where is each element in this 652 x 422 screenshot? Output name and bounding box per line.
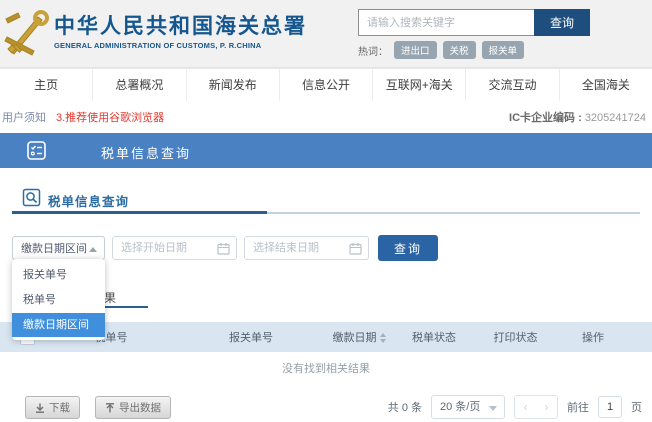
- nav-item-national-customs[interactable]: 全国海关: [560, 69, 652, 101]
- next-page-button[interactable]: ›: [545, 400, 549, 414]
- empty-results-text: 没有找到相关结果: [0, 355, 652, 383]
- section-underline-dark: [12, 211, 267, 214]
- browser-tip-text: 3.推荐使用谷歌浏览器: [56, 109, 164, 125]
- goto-page-input[interactable]: [598, 396, 622, 418]
- chevron-down-icon: [489, 406, 497, 411]
- hot-words-row: 热词： 进出口 关税 报关单: [358, 41, 524, 59]
- hot-words-label: 热词：: [358, 43, 388, 58]
- calendar-icon: [217, 242, 230, 255]
- export-button-label: 导出数据: [119, 400, 161, 415]
- end-date-picker[interactable]: [244, 236, 369, 260]
- page-unit-label: 页: [631, 399, 642, 415]
- query-field-select-value: 缴款日期区间: [21, 243, 87, 255]
- start-date-picker[interactable]: [112, 236, 237, 260]
- site-search-input[interactable]: [358, 9, 534, 36]
- download-button-label: 下载: [49, 400, 70, 415]
- export-icon: [105, 403, 115, 413]
- section-title: 税单信息查询: [48, 191, 129, 210]
- prev-page-button[interactable]: ‹: [524, 400, 528, 414]
- section-underline-light: [267, 212, 640, 214]
- query-button[interactable]: 查询: [378, 235, 438, 261]
- field-select-dropdown: 报关单号 税单号 缴款日期区间: [12, 259, 105, 340]
- total-count-text: 共 0 条: [388, 399, 422, 415]
- start-date-input[interactable]: [113, 237, 221, 259]
- user-note-link[interactable]: 用户须知: [2, 109, 46, 125]
- col-tax-bill-status: 税单状态: [390, 329, 478, 345]
- page-banner: 税单信息查询: [0, 133, 652, 168]
- banner-title: 税单信息查询: [101, 143, 191, 162]
- nav-item-overview[interactable]: 总署概况: [93, 69, 186, 101]
- download-icon: [35, 403, 45, 413]
- page-nav-buttons: ‹ ›: [514, 395, 558, 419]
- goto-label: 前往: [567, 399, 589, 415]
- site-logo: 中华人民共和国海关总署 GENERAL ADMINISTRATION OF CU…: [4, 7, 307, 57]
- ic-card-label: IC卡企业编码 :: [509, 112, 585, 124]
- download-button[interactable]: 下载: [25, 396, 80, 419]
- main-nav: 主页 总署概况 新闻发布 信息公开 互联网+海关 交流互动 全国海关: [0, 68, 652, 102]
- nav-item-info-disclosure[interactable]: 信息公开: [280, 69, 373, 101]
- ic-card-value: 3205241724: [585, 112, 646, 124]
- hot-word-tag[interactable]: 关税: [443, 41, 476, 59]
- dropdown-option-tax-bill-no[interactable]: 税单号: [12, 288, 105, 312]
- col-payment-date-label: 缴款日期: [333, 332, 377, 344]
- page-size-select[interactable]: 20 条/页: [431, 395, 505, 419]
- dropdown-option-payment-date-range[interactable]: 缴款日期区间: [12, 313, 105, 337]
- export-data-button[interactable]: 导出数据: [95, 396, 171, 419]
- hot-word-tag[interactable]: 进出口: [394, 41, 437, 59]
- ic-card-code: IC卡企业编码 : 3205241724: [509, 109, 646, 125]
- hot-word-tag[interactable]: 报关单: [482, 41, 525, 59]
- calendar-icon: [349, 242, 362, 255]
- chevron-up-icon: [89, 247, 97, 252]
- col-print-status: 打印状态: [478, 329, 553, 345]
- notice-bar: 用户须知 3.推荐使用谷歌浏览器 IC卡企业编码 : 3205241724: [0, 101, 652, 129]
- query-field-select[interactable]: 缴款日期区间: [12, 236, 105, 260]
- end-date-input[interactable]: [245, 237, 353, 259]
- site-search-button[interactable]: 查询: [534, 9, 590, 36]
- col-declaration-no: 报关单号: [174, 329, 328, 345]
- nav-item-internet-customs[interactable]: 互联网+海关: [373, 69, 466, 101]
- customs-emblem-icon: [4, 7, 50, 57]
- checklist-icon: [27, 141, 46, 160]
- org-name-cn: 中华人民共和国海关总署: [54, 15, 307, 39]
- customs-tax-query-page: 中华人民共和国海关总署 GENERAL ADMINISTRATION OF CU…: [0, 0, 652, 422]
- col-actions: 操作: [553, 329, 633, 345]
- site-header: 中华人民共和国海关总署 GENERAL ADMINISTRATION OF CU…: [0, 0, 652, 68]
- sort-icon[interactable]: [380, 333, 386, 343]
- pagination: 共 0 条 20 条/页 ‹ › 前往 页: [388, 395, 642, 419]
- site-search: 查询: [358, 9, 590, 36]
- nav-item-home[interactable]: 主页: [0, 69, 93, 101]
- doc-search-icon: [22, 188, 41, 207]
- logo-text: 中华人民共和国海关总署 GENERAL ADMINISTRATION OF CU…: [54, 15, 307, 50]
- org-name-en: GENERAL ADMINISTRATION OF CUSTOMS, P. R.…: [54, 41, 307, 50]
- nav-item-news[interactable]: 新闻发布: [187, 69, 280, 101]
- dropdown-option-declaration-no[interactable]: 报关单号: [12, 263, 105, 287]
- page-size-value: 20 条/页: [440, 401, 480, 413]
- nav-item-interaction[interactable]: 交流互动: [466, 69, 559, 101]
- col-payment-date[interactable]: 缴款日期: [328, 329, 390, 345]
